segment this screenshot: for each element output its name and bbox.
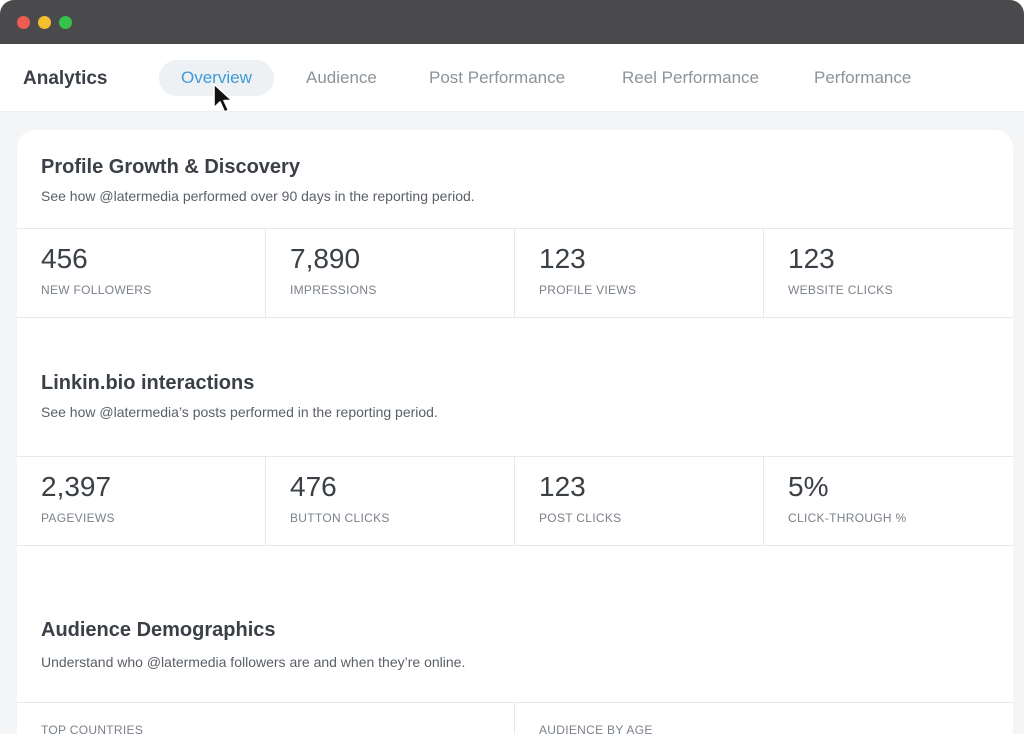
page-title: Analytics	[23, 68, 108, 89]
stat-label: WEBSITE CLICKS	[788, 283, 893, 297]
tab-post-performance[interactable]: Post Performance	[407, 60, 587, 96]
linkin-bio-stats: 2,397 PAGEVIEWS 476 BUTTON CLICKS 123 PO…	[17, 456, 1013, 546]
section-title-linkin-bio: Linkin.bio interactions	[41, 372, 255, 394]
stat-new-followers: 456 NEW FOLLOWERS	[17, 229, 266, 317]
stat-label: NEW FOLLOWERS	[41, 283, 152, 297]
window-minimize-button[interactable]	[38, 16, 51, 29]
stat-website-clicks: 123 WEBSITE CLICKS	[764, 229, 1013, 317]
tab-performance[interactable]: Performance	[792, 60, 933, 96]
stat-label: POST CLICKS	[539, 511, 622, 525]
stat-value: 7,890	[290, 243, 361, 274]
stat-label: CLICK-THROUGH %	[788, 511, 907, 525]
stat-label: IMPRESSIONS	[290, 283, 377, 297]
stat-label: PAGEVIEWS	[41, 511, 115, 525]
profile-growth-stats: 456 NEW FOLLOWERS 7,890 IMPRESSIONS 123 …	[17, 228, 1013, 318]
stat-button-clicks: 476 BUTTON CLICKS	[266, 457, 515, 545]
stat-value: 2,397	[41, 471, 112, 502]
tab-reel-performance[interactable]: Reel Performance	[600, 60, 781, 96]
audience-by-age-label: AUDIENCE BY AGE	[539, 723, 653, 734]
stat-profile-views: 123 PROFILE VIEWS	[515, 229, 764, 317]
window-close-button[interactable]	[17, 16, 30, 29]
window-titlebar	[0, 0, 1024, 44]
stat-pageviews: 2,397 PAGEVIEWS	[17, 457, 266, 545]
stat-value: 123	[539, 243, 586, 274]
stat-impressions: 7,890 IMPRESSIONS	[266, 229, 515, 317]
stat-post-clicks: 123 POST CLICKS	[515, 457, 764, 545]
stat-value: 456	[41, 243, 88, 274]
section-subtitle-audience-demographics: Understand who @latermedia followers are…	[41, 654, 466, 670]
audience-demographics-panels: TOP COUNTRIES AUDIENCE BY AGE	[17, 702, 1013, 734]
overview-card: Profile Growth & Discovery See how @late…	[17, 130, 1013, 734]
stat-click-through: 5% CLICK-THROUGH %	[764, 457, 1013, 545]
top-countries-label: TOP COUNTRIES	[41, 723, 144, 734]
section-subtitle-linkin-bio: See how @latermedia’s posts performed in…	[41, 404, 438, 420]
mouse-cursor-icon	[213, 83, 233, 113]
section-subtitle-profile-growth: See how @latermedia performed over 90 da…	[41, 188, 475, 204]
stat-value: 476	[290, 471, 337, 502]
stat-label: PROFILE VIEWS	[539, 283, 637, 297]
section-title-profile-growth: Profile Growth & Discovery	[41, 156, 300, 178]
audience-by-age-panel: AUDIENCE BY AGE	[515, 703, 1013, 734]
app-window: Analytics Overview Audience Post Perform…	[0, 0, 1024, 734]
stat-value: 123	[539, 471, 586, 502]
section-title-audience-demographics: Audience Demographics	[41, 619, 276, 641]
top-countries-panel: TOP COUNTRIES	[17, 703, 515, 734]
stat-label: BUTTON CLICKS	[290, 511, 390, 525]
stat-value: 5%	[788, 471, 829, 502]
tab-audience[interactable]: Audience	[284, 60, 399, 96]
analytics-header: Analytics Overview Audience Post Perform…	[0, 44, 1024, 112]
window-zoom-button[interactable]	[59, 16, 72, 29]
stat-value: 123	[788, 243, 835, 274]
